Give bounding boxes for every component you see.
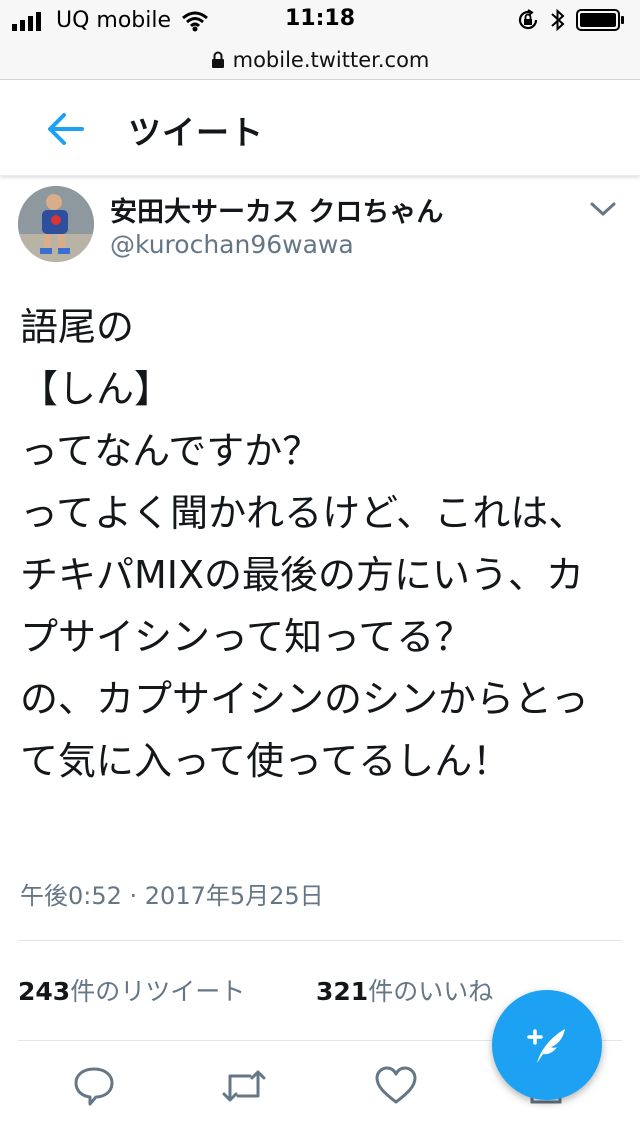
status-right [516,8,626,32]
reply-icon [74,1067,114,1106]
compose-tweet-icon [527,1029,565,1063]
url-text: mobile.twitter.com [232,47,430,72]
tweet-text: 語尾の 【しん】 ってなんですか？ ってよく聞かれるけど、これは、チキパMIXの… [20,305,589,783]
retweet-icon [222,1070,266,1102]
like-button[interactable] [372,1062,420,1110]
compose-tweet-button[interactable] [492,990,602,1100]
chevron-down-icon [590,202,616,217]
tweet-menu-button[interactable] [588,198,618,220]
avatar[interactable] [18,186,94,262]
display-name[interactable]: 安田大サーカス クロちゃん [110,190,443,229]
like-count-label: 件のいいね [368,977,494,1006]
browser-url-bar[interactable]: mobile.twitter.com [0,40,640,80]
retweet-button[interactable] [220,1062,268,1110]
wifi-icon [182,11,208,31]
retweet-count-label: 件のリツイート [70,977,246,1006]
back-button[interactable] [40,108,92,150]
screen-name[interactable]: @kurochan96wawa [110,230,354,259]
heart-icon [375,1066,417,1104]
orientation-lock-icon [518,9,538,30]
lock-icon [211,51,224,68]
carrier-name: UQ mobile [56,8,172,33]
tweet-timestamp[interactable]: 午後0:52 · 2017年5月25日 [20,876,324,911]
retweet-count-number: 243 [18,977,71,1006]
status-left: UQ mobile [12,8,209,33]
arrow-left-icon [48,113,84,145]
retweet-count[interactable]: 243件のリツイート [18,972,245,1008]
divider [18,940,622,941]
status-bar: UQ mobile 11:18 [0,0,640,40]
reply-button[interactable] [70,1062,118,1110]
bluetooth-icon [551,8,565,32]
avatar-image [18,186,94,262]
like-count[interactable]: 321件のいいね [316,972,493,1008]
battery-icon [576,9,624,31]
app-header: ツイート [0,80,640,176]
page-title: ツイート [128,113,264,152]
signal-icon [12,11,41,31]
tweet-author: 安田大サーカス クロちゃん @kurochan96wawa [0,178,640,278]
like-count-number: 321 [316,977,369,1006]
